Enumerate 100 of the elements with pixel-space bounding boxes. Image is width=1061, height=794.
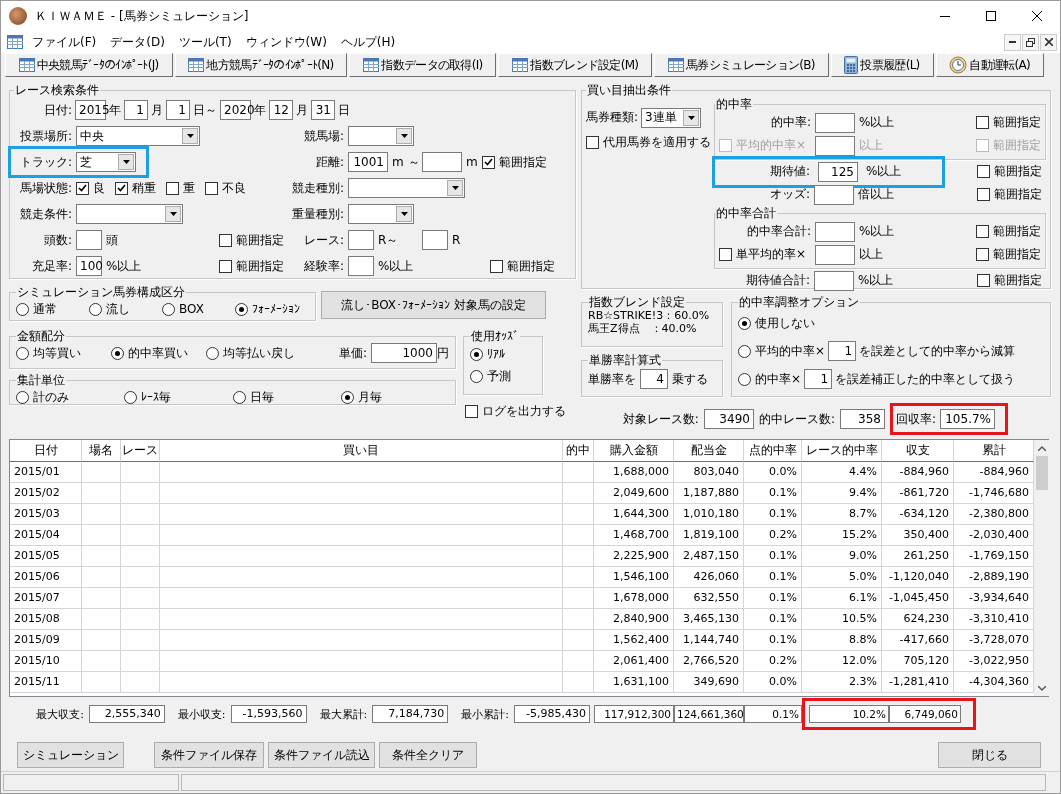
radio-label[interactable]: 的中率買い — [128, 344, 188, 362]
checkbox-label[interactable]: 範囲指定 — [994, 163, 1042, 180]
column-header[interactable]: 配当金 — [674, 440, 744, 462]
dropdown-field[interactable]: 芝 — [76, 152, 136, 172]
radio-label[interactable]: 平均的中率× — [755, 342, 826, 360]
input-field[interactable]: 3490 — [703, 409, 754, 429]
radio-button[interactable] — [738, 316, 751, 330]
restore-button[interactable] — [1022, 33, 1039, 51]
checkbox-label[interactable]: 不良 — [222, 179, 246, 197]
input-field[interactable] — [814, 270, 854, 291]
input-field[interactable]: 31 — [311, 100, 335, 120]
dropdown-field[interactable] — [348, 204, 414, 224]
menu-item[interactable]: ウィンドウ(W) — [238, 33, 334, 51]
dropdown-arrow-button[interactable] — [447, 180, 463, 196]
checkbox[interactable] — [465, 405, 478, 418]
action-button[interactable]: シミュレーション — [17, 742, 124, 768]
radio-label[interactable]: 流し — [106, 300, 130, 318]
checkbox-label[interactable]: 代用馬券を適用する — [603, 134, 711, 151]
checkbox[interactable] — [481, 155, 495, 169]
radio-button[interactable] — [340, 390, 354, 404]
dropdown-field[interactable] — [76, 204, 183, 224]
radio-label[interactable]: 使用しない — [755, 314, 815, 332]
radio-label[interactable]: 月毎 — [357, 388, 382, 406]
radio-button[interactable] — [206, 346, 219, 360]
checkbox-label[interactable]: 範囲指定 — [236, 231, 284, 249]
input-field[interactable]: 100 — [76, 256, 102, 276]
column-header[interactable]: 点的中率 — [744, 440, 802, 462]
scrollbar-thumb[interactable] — [1036, 456, 1048, 490]
dropdown-field[interactable] — [348, 126, 414, 146]
input-field[interactable]: 10.2% — [809, 705, 889, 723]
input-field[interactable]: 358 — [839, 409, 885, 429]
action-button[interactable]: 条件ファイル保存 — [154, 742, 264, 768]
dropdown-field[interactable]: 中央 — [76, 126, 200, 146]
dropdown-arrow-button[interactable] — [396, 128, 412, 144]
toolbar-button[interactable]: 馬券シミュレーション(B) — [654, 53, 829, 77]
dropdown-arrow-button[interactable] — [165, 206, 181, 222]
radio-button[interactable] — [16, 302, 29, 316]
input-field[interactable] — [76, 230, 102, 250]
radio-button[interactable] — [124, 390, 138, 404]
menu-item[interactable]: ファイル(F) — [25, 33, 104, 51]
minimize-button[interactable] — [1004, 33, 1021, 51]
column-header[interactable]: 収支 — [882, 440, 954, 462]
input-field[interactable] — [815, 244, 855, 265]
input-field[interactable]: 2,555,340 — [88, 705, 165, 723]
checkbox[interactable] — [976, 225, 989, 238]
toolbar-button[interactable]: 中央競馬ﾃﾞｰﾀのｲﾝﾎﾟｰﾄ(J) — [5, 53, 173, 77]
radio-label[interactable]: 的中率× — [755, 370, 802, 388]
radio-label[interactable]: 日毎 — [249, 388, 274, 406]
radio-label[interactable]: ﾘｱﾙ — [487, 347, 505, 361]
menu-item[interactable]: ツール(T) — [171, 33, 239, 51]
checkbox-label[interactable]: 稍重 — [132, 179, 156, 197]
input-field[interactable] — [815, 135, 855, 156]
checkbox-label[interactable]: 重 — [183, 179, 195, 197]
input-field[interactable]: 1000 — [371, 343, 437, 363]
dropdown-arrow-button[interactable] — [396, 206, 412, 222]
checkbox[interactable] — [490, 259, 503, 273]
radio-button[interactable] — [470, 347, 483, 361]
checkbox[interactable] — [977, 188, 990, 201]
dropdown-arrow-button[interactable] — [118, 154, 134, 170]
checkbox[interactable] — [76, 181, 89, 195]
radio-button[interactable] — [16, 346, 29, 360]
checkbox-label[interactable]: 範囲指定 — [994, 186, 1042, 203]
input-field[interactable]: 1 — [166, 100, 190, 120]
column-header[interactable]: 日付 — [10, 440, 82, 462]
action-button[interactable]: 条件全クリア — [379, 742, 477, 768]
column-header[interactable]: レース — [121, 440, 160, 462]
input-field[interactable]: 1001 — [348, 152, 388, 172]
input-field[interactable]: 1 — [804, 369, 833, 389]
input-field[interactable] — [815, 221, 855, 242]
radio-label[interactable]: 均等買い — [33, 344, 81, 362]
input-field[interactable] — [815, 112, 855, 133]
checkbox[interactable] — [219, 233, 232, 247]
column-header[interactable]: 買い目 — [160, 440, 563, 462]
dropdown-arrow-button[interactable] — [182, 128, 198, 144]
radio-button[interactable] — [235, 302, 248, 316]
input-field[interactable]: 0.1% — [744, 705, 802, 723]
toolbar-button[interactable]: 投票履歴(L) — [830, 53, 934, 77]
checkbox[interactable] — [205, 181, 218, 195]
checkbox[interactable] — [586, 136, 599, 149]
radio-button[interactable] — [738, 372, 751, 386]
menu-item[interactable]: データ(D) — [103, 33, 172, 51]
input-field[interactable]: 105.7% — [940, 409, 995, 429]
checkbox-label[interactable]: 単平均的率× — [736, 246, 807, 263]
dropdown-field[interactable] — [348, 178, 465, 198]
radio-label[interactable]: ﾚｰｽ毎 — [141, 388, 172, 406]
input-field[interactable] — [348, 256, 374, 276]
toolbar-button[interactable]: 指数データの取得(I) — [349, 53, 497, 77]
radio-label[interactable]: 通常 — [33, 300, 57, 318]
checkbox-label[interactable]: 範囲指定 — [994, 272, 1042, 289]
checkbox[interactable] — [115, 181, 128, 195]
toolbar-button[interactable]: 地方競馬ﾃﾞｰﾀのｲﾝﾎﾟｰﾄ(N) — [174, 53, 348, 77]
close-button[interactable] — [1040, 33, 1057, 51]
checkbox-label[interactable]: 範囲指定 — [498, 153, 547, 171]
checkbox-label[interactable]: 範囲指定 — [236, 257, 284, 275]
menu-item[interactable]: ヘルプ(H) — [333, 33, 403, 51]
input-field[interactable]: 12 — [269, 100, 293, 120]
checkbox-label[interactable]: 範囲指定 — [993, 246, 1041, 263]
radio-label[interactable]: BOX — [179, 302, 204, 316]
checkbox[interactable] — [719, 248, 732, 261]
column-header[interactable]: 購入金額 — [594, 440, 674, 462]
